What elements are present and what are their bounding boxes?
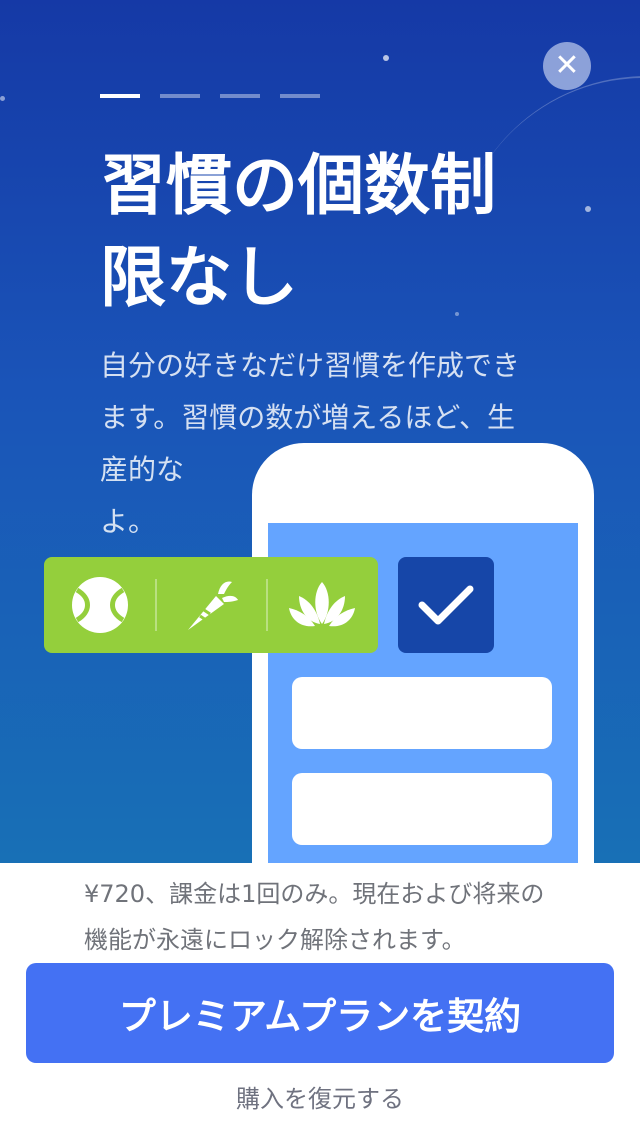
page-dot <box>160 94 200 98</box>
phone-illustration <box>252 443 594 863</box>
star-decoration <box>383 55 389 61</box>
star-decoration <box>0 96 5 101</box>
close-button[interactable]: ✕ <box>543 42 591 90</box>
close-icon: ✕ <box>554 48 580 83</box>
page-dot-active <box>100 94 140 98</box>
habit-carrot <box>155 557 266 653</box>
habit-icon-strip <box>44 557 378 653</box>
habit-lotus <box>266 557 377 653</box>
checkmark-tile <box>398 557 494 653</box>
checkmark-icon <box>418 585 474 625</box>
lotus-icon <box>288 582 355 627</box>
carrot-icon <box>187 581 238 630</box>
habit-tennis <box>44 557 155 653</box>
page-dot <box>280 94 320 98</box>
restore-purchase-link[interactable]: 購入を復元する <box>0 1081 640 1117</box>
page-title: 習慣の個数制限なし <box>100 147 496 316</box>
hero-background: ✕ 習慣の個数制限なし 自分の好きなだけ習慣を作成できます。習慣の数が増えるほど… <box>0 0 640 863</box>
price-info: ¥720、課金は1回のみ。現在および将来の機能が永遠にロック解除されます。 <box>84 880 545 954</box>
subscribe-premium-button[interactable]: プレミアムプランを契約 <box>26 963 614 1063</box>
description-tail: よ。 <box>100 505 157 538</box>
tennis-ball-icon <box>71 577 128 633</box>
placeholder-card <box>292 773 552 845</box>
purchase-panel: ¥720、課金は1回のみ。現在および将来の機能が永遠にロック解除されます。 プレ… <box>0 863 640 1136</box>
page-dot <box>220 94 260 98</box>
placeholder-card <box>292 677 552 749</box>
page-indicator <box>100 94 320 98</box>
